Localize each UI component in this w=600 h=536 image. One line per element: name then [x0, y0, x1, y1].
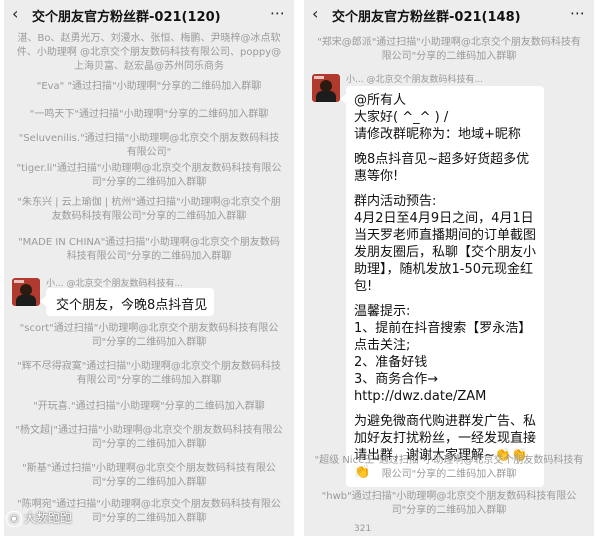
message-text: 交个朋友，今晚8点抖音见: [56, 298, 208, 313]
announcement-link[interactable]: http://dwz.date/ZAM: [354, 388, 536, 405]
system-message: "斯基"通过扫描"小助理啊@北京交个朋友数码科技有限公司"分享的二维码加入群聊: [22, 463, 276, 488]
system-message: "辉不尽得寂寞"通过扫描"小助理啊@北京交个朋友数码科技有限公司"分享的二维码加…: [17, 361, 281, 386]
system-message: "Seluvenilis."通过扫描"小助理啊@北京交个朋友数码科技有限公司": [18, 133, 280, 158]
system-message: "开玩喜."通过扫描"小助理啊"分享的二维码加入群聊: [33, 401, 265, 412]
system-message: "hwb"通过扫描"小助理啊@北京交个朋友数码科技有限公司"分享的二维码加入群聊: [321, 491, 577, 516]
system-message: 湛、Bo、赵勇光万、刘漫水、张恒、梅鹏、尹晓梓@冰点软件、小助理啊 @北京交个朋…: [16, 33, 282, 72]
announcement-line: 2、准备好钱: [354, 355, 428, 370]
system-message: "一鸣天下"通过扫描"小助理啊"分享的二维码加入群聊: [29, 109, 269, 120]
announcement-bubble[interactable]: @所有人 大家好( ^_^ ) / 请修改群昵称为：地域+昵称 晚8点抖音见~超…: [346, 86, 544, 487]
announcement-line: 群内活动预告:: [354, 194, 437, 209]
system-message: "Eva" "通过扫描"小助理啊"分享的二维码加入群聊: [36, 81, 262, 92]
announcement-line: 晚8点抖音见~超多好货超多优惠等你!: [354, 152, 530, 184]
system-message: "超级 Nice王"通过扫描"小助理啊@北京交个朋友数码科技有限公司"分享的二维…: [314, 455, 584, 480]
system-message: "tiger.li"通过扫描"小助理啊@北京交个朋友数码科技有限公司"分享的二维…: [16, 163, 282, 188]
sender-avatar[interactable]: [12, 278, 40, 306]
system-message: "郑宋@郎派"通过扫描"小助理啊@北京交个朋友数码科技有限公司"分享的二维码加入…: [317, 37, 581, 62]
more-options-icon[interactable]: ⋯: [270, 4, 286, 22]
announcement-line: 请修改群昵称为：地域+昵称: [354, 127, 521, 142]
sender-avatar[interactable]: [312, 74, 340, 102]
group-title: 交个朋友官方粉丝群-021(148): [332, 10, 521, 25]
more-options-icon[interactable]: ⋯: [570, 4, 586, 22]
back-arrow-icon[interactable]: ‹: [312, 4, 318, 23]
announcement-line: 大家好( ^_^ ) /: [354, 110, 449, 125]
announcement-line: 温馨提示:: [354, 304, 411, 319]
announcement-line: 1、提前在抖音搜索【罗永浩】点击关注;: [354, 321, 532, 353]
announcement-line: @所有人: [354, 93, 407, 108]
message-bubble[interactable]: 交个朋友，今晚8点抖音见: [46, 288, 214, 316]
chat-window-right: ‹ 交个朋友官方粉丝群-021(148) ⋯ "郑宋@郎派"通过扫描"小助理啊@…: [304, 0, 594, 536]
watermark: ◉ 大数跑跑: [6, 509, 72, 527]
system-message: "朱东兴 | 云上瑜伽 | 杭州"通过扫描"小助理啊@北京交个朋友数码科技有限公…: [17, 197, 281, 222]
system-message: "MADE IN CHINA"通过扫描"小助理啊@北京交个朋友数码科技有限公司"…: [18, 237, 280, 262]
announcement-line: 3、商务合作→: [354, 372, 439, 387]
system-message: "scort"通过扫描"小助理啊@北京交个朋友数码科技有限公司"分享的二维码加入…: [19, 323, 279, 348]
chat-window-left: ‹ 交个朋友官方粉丝群-021(120) ⋯ 湛、Bo、赵勇光万、刘漫水、张恒、…: [4, 0, 294, 536]
chat-header: ‹ 交个朋友官方粉丝群-021(120) ⋯: [4, 0, 294, 30]
back-arrow-icon[interactable]: ‹: [12, 4, 18, 23]
group-title: 交个朋友官方粉丝群-021(120): [32, 10, 221, 25]
weibo-icon: ◉: [6, 510, 22, 527]
sender-name: 小... @北京交个朋友数码科技有...: [346, 75, 484, 85]
system-message: "杨文超|"通过扫描"小助理啊@北京交个朋友数码科技有限公司"分享的二维码加入群…: [15, 425, 283, 450]
chat-header: ‹ 交个朋友官方粉丝群-021(148) ⋯: [304, 0, 594, 30]
announcement-line: 4月2日至4月9日之间，4月1日当天罗老师直播期间的订单截图发朋友圈后，私聊【交…: [354, 211, 537, 294]
footer-count: 321: [354, 524, 372, 534]
